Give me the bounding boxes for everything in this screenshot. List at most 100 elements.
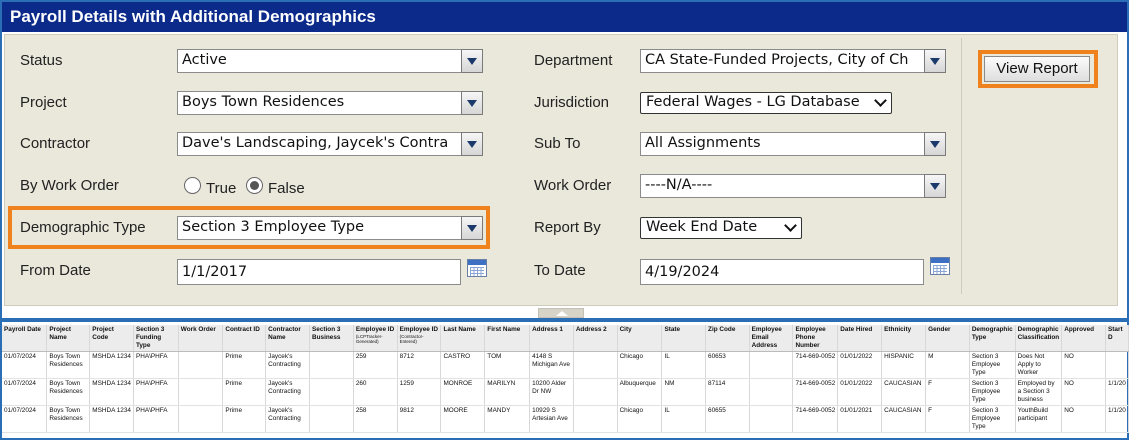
table-cell (309, 405, 354, 433)
column-header[interactable]: Zip Code (705, 325, 750, 352)
column-header[interactable]: Project Code (89, 325, 134, 352)
sub-to-combo[interactable]: All Assignments (640, 132, 946, 156)
page-title: Payroll Details with Additional Demograp… (2, 2, 1127, 32)
column-header-label: Gender (928, 326, 951, 333)
from-date-value: 1/1/2017 (182, 264, 248, 280)
column-header-label: Contractor Name (268, 326, 301, 341)
column-header[interactable]: Address 2 (573, 325, 618, 352)
column-header[interactable]: State (661, 325, 707, 352)
column-header-label: Section 3 Business (312, 326, 341, 341)
chevron-down-icon[interactable] (461, 49, 483, 73)
demographic-type-combo[interactable]: Section 3 Employee Type (177, 216, 483, 240)
column-header-label: State (664, 326, 681, 333)
table-cell: IL (661, 351, 707, 379)
chevron-down-icon[interactable] (924, 132, 946, 156)
to-date-input[interactable]: 4/19/2024 (640, 259, 924, 285)
table-cell: YouthBuild participant (1015, 405, 1063, 433)
table-cell (749, 405, 794, 433)
from-date-label: From Date (20, 262, 91, 279)
column-header[interactable]: Work Order (178, 325, 224, 352)
table-cell: NM (661, 378, 707, 406)
radio-true[interactable] (184, 177, 201, 194)
column-header[interactable]: Gender (925, 325, 970, 352)
table-cell: Albuquerque (617, 378, 663, 406)
calendar-icon[interactable] (930, 257, 950, 275)
column-header-label: Date Hired (840, 326, 873, 333)
status-combo[interactable]: Active (177, 49, 483, 73)
column-header-label: Contract ID (225, 326, 260, 333)
report-by-select[interactable]: Week End Date (640, 217, 802, 239)
column-header[interactable]: Employee Email Address (749, 325, 794, 352)
column-header-label: Address 2 (575, 326, 607, 333)
column-header-label: Work Order (180, 326, 216, 333)
chevron-down-icon[interactable] (461, 91, 483, 115)
column-header[interactable]: Contractor Name (265, 325, 311, 352)
column-header[interactable]: First Name (484, 325, 531, 352)
jurisdiction-select[interactable]: Federal Wages - LG Database (640, 92, 892, 114)
column-header[interactable]: Section 3 Business (309, 325, 354, 352)
column-header[interactable]: Address 1 (529, 325, 574, 352)
table-cell: 60655 (705, 405, 750, 433)
table-row[interactable]: 01/07/2024 Boys Town Residences MSHDA 1234… (2, 378, 1129, 406)
chevron-down-icon[interactable] (461, 216, 483, 240)
table-row[interactable]: 01/07/2024 Boys Town Residences MSHDA 1234… (2, 405, 1129, 433)
column-header-label: Employee Email Address (751, 326, 782, 349)
column-header-label: Project Code (92, 326, 114, 341)
demographic-type-label: Demographic Type (20, 219, 146, 236)
column-header[interactable]: Last Name (440, 325, 486, 352)
column-header[interactable]: Project Name (46, 325, 91, 352)
from-date-input[interactable]: 1/1/2017 (177, 259, 461, 285)
table-cell: F (925, 405, 970, 433)
to-date-label: To Date (534, 262, 586, 279)
column-header[interactable]: Date Hired (837, 325, 883, 352)
report-by-value: Week End Date (646, 219, 758, 235)
chevron-down-icon[interactable] (924, 49, 946, 73)
table-cell: MSHDA 1234 (89, 351, 134, 379)
collapse-handle[interactable] (538, 308, 584, 318)
column-header[interactable]: Payroll Date (2, 325, 48, 352)
column-header[interactable]: Start D (1105, 325, 1129, 352)
column-header-sublabel: (Contractor-Entered) (399, 334, 424, 344)
project-combo[interactable]: Boys Town Residences (177, 91, 483, 115)
table-cell: NO (1061, 378, 1107, 406)
table-cell: Employed by a Section 3 business (1015, 378, 1063, 406)
table-row[interactable]: 01/07/2024 Boys Town Residences MSHDA 1234… (2, 351, 1129, 379)
work-order-combo[interactable]: ----N/A---- (640, 174, 946, 198)
column-header[interactable]: Employee ID (LCPTracker-Generated) (353, 325, 398, 352)
table-cell: 1259 (397, 378, 442, 406)
radio-false[interactable] (246, 177, 263, 194)
table-cell: HISPANIC (881, 351, 927, 379)
sub-to-value: All Assignments (645, 135, 761, 151)
contractor-combo[interactable]: Dave's Landscaping, Jaycek's Contra (177, 132, 483, 156)
table-cell: Prime (222, 378, 267, 406)
table-cell: 01/01/2022 (837, 351, 883, 379)
calendar-icon[interactable] (467, 259, 487, 277)
view-report-button[interactable]: View Report (984, 56, 1090, 82)
column-header-label: Section 3 Funding Type (135, 326, 165, 349)
column-header[interactable]: City (617, 325, 663, 352)
chevron-down-icon[interactable] (461, 132, 483, 156)
column-header[interactable]: Ethnicity (881, 325, 927, 352)
department-combo[interactable]: CA State-Funded Projects, City of Ch (640, 49, 946, 73)
table-cell: Does Not Apply to Worker (1015, 351, 1063, 379)
column-header[interactable]: Contract ID (222, 325, 267, 352)
table-cell: 1/1/20 (1105, 378, 1129, 406)
column-header[interactable]: Approved (1061, 325, 1107, 352)
table-cell: Section 3 Employee Type (969, 351, 1016, 379)
table-cell (573, 378, 618, 406)
column-header-label: Employee Phone Number (795, 326, 826, 349)
chevron-down-icon (874, 94, 887, 107)
work-order-label: Work Order (534, 177, 612, 194)
table-cell: Boys Town Residences (46, 351, 91, 379)
column-header[interactable]: Demographic Type (969, 325, 1016, 352)
table-cell: TOM (484, 351, 531, 379)
table-cell (1105, 351, 1129, 379)
table-cell: Chicago (617, 351, 663, 379)
column-header[interactable]: Demographic Classification (1015, 325, 1063, 352)
chevron-down-icon[interactable] (924, 174, 946, 198)
column-header[interactable]: Section 3 Funding Type (133, 325, 179, 352)
column-header[interactable]: Employee ID (Contractor-Entered) (397, 325, 442, 352)
column-header-label: Employee ID (399, 326, 439, 333)
radio-false-label: False (268, 180, 305, 197)
column-header[interactable]: Employee Phone Number (792, 325, 839, 352)
